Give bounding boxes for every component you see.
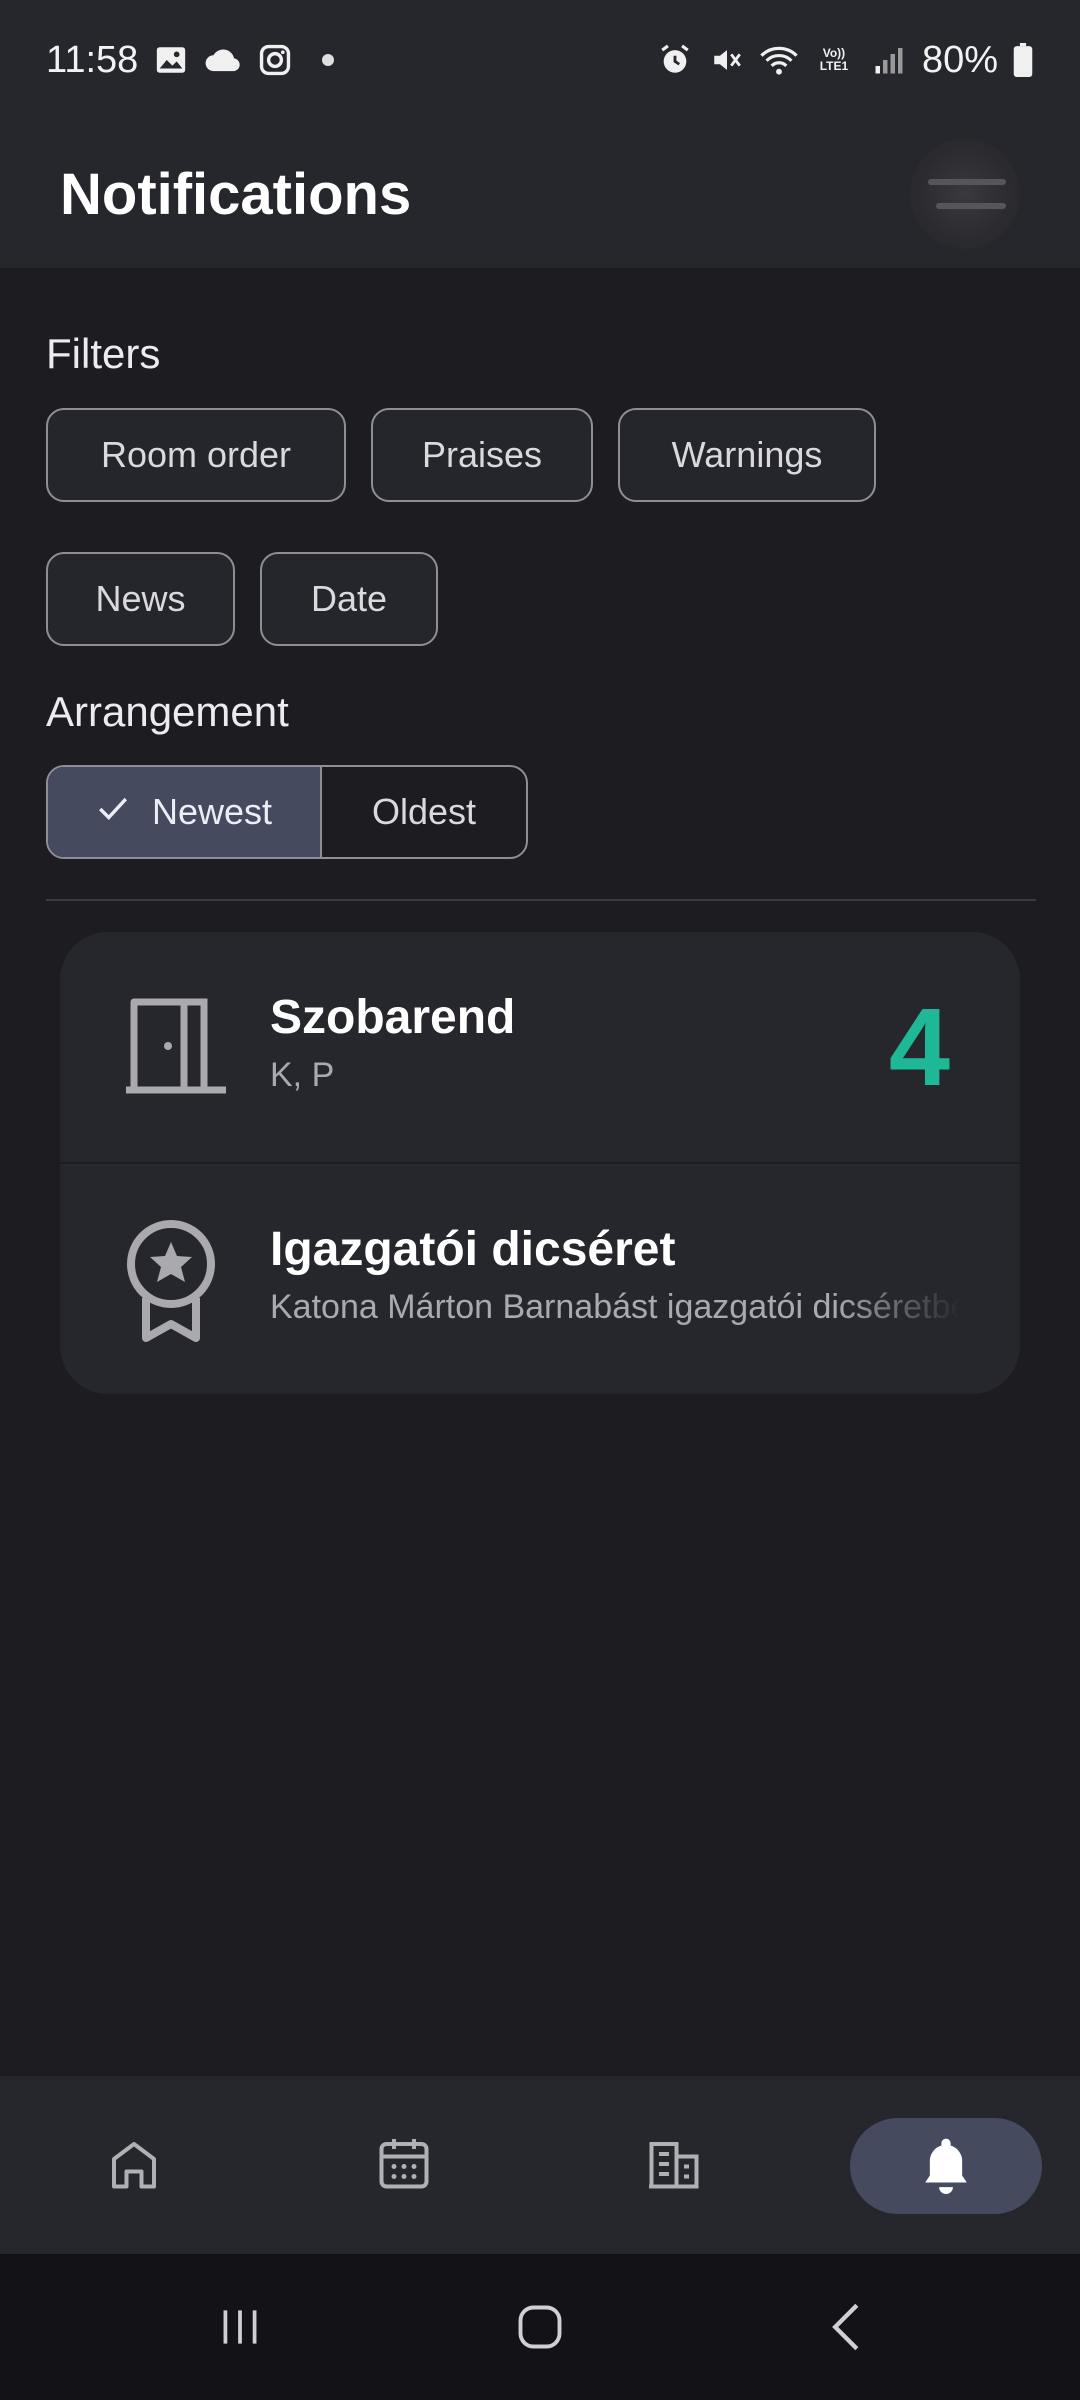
divider — [46, 899, 1036, 901]
bottom-nav — [0, 2076, 1080, 2254]
status-bar: 11:58 Vo)) LTE1 80% — [0, 0, 1080, 120]
back-button[interactable] — [806, 2294, 886, 2364]
nav-home[interactable] — [86, 2118, 182, 2214]
notification-subtitle: K, P — [270, 1056, 335, 1094]
nav-notifications[interactable] — [850, 2118, 1042, 2214]
dot-icon — [322, 54, 335, 66]
arrangement-newest-button[interactable]: Newest — [48, 767, 322, 857]
battery-percent: 80% — [921, 38, 998, 81]
door-icon — [116, 990, 226, 1120]
arrangement-oldest-label: Oldest — [371, 791, 477, 832]
notification-subtitle: Katona Márton Barnabást igazgatói dicsér… — [270, 1288, 960, 1326]
notification-count: 4 — [888, 986, 950, 1109]
gallery-icon — [152, 41, 190, 79]
home-icon — [104, 2134, 164, 2199]
check-icon — [96, 791, 130, 833]
page-title: Notifications — [60, 161, 412, 227]
volte-icon: Vo)) LTE1 — [812, 41, 856, 79]
signal-icon — [870, 41, 908, 79]
filter-chip-room-order[interactable]: Room order — [46, 408, 346, 502]
system-nav-bar — [0, 2254, 1080, 2400]
arrangement-toggle: Newest Oldest — [46, 765, 528, 859]
calendar-icon — [374, 2134, 434, 2199]
notification-item[interactable]: Szobarend K, P 4 — [60, 932, 1020, 1162]
avatar[interactable] — [910, 139, 1020, 249]
building-icon — [644, 2134, 704, 2199]
notifications-card: Szobarend K, P 4 Igazgatói dicséret Kato… — [60, 932, 1020, 1394]
filter-chip-warnings[interactable]: Warnings — [618, 408, 876, 502]
arrangement-newest-label: Newest — [151, 791, 273, 832]
arrangement-oldest-button[interactable]: Oldest — [322, 767, 526, 857]
recents-icon — [215, 2302, 265, 2357]
filters-label: Filters — [46, 330, 161, 377]
bell-icon — [918, 2134, 974, 2199]
home-system-button[interactable] — [500, 2294, 580, 2364]
filter-chip-date[interactable]: Date — [260, 552, 438, 646]
arrangement-label: Arrangement — [46, 688, 289, 735]
nav-calendar[interactable] — [356, 2118, 452, 2214]
app-bar: Notifications — [0, 120, 1080, 268]
alarm-icon — [656, 41, 694, 79]
cloud-icon — [204, 41, 242, 79]
mute-icon — [708, 41, 746, 79]
notification-title: Igazgatói dicséret — [270, 1223, 676, 1276]
back-icon — [824, 2301, 868, 2358]
instagram-icon — [256, 41, 294, 79]
notification-item[interactable]: Igazgatói dicséret Katona Márton Barnabá… — [60, 1164, 1020, 1394]
filter-chip-praises[interactable]: Praises — [371, 408, 593, 502]
status-time: 11:58 — [46, 38, 139, 81]
award-ribbon-icon — [116, 1214, 226, 1344]
battery-icon — [1012, 41, 1034, 79]
wifi-icon — [760, 41, 798, 79]
filter-chip-news[interactable]: News — [46, 552, 235, 646]
status-bar-left: 11:58 — [46, 38, 335, 82]
volte-label: Vo)) LTE1 — [819, 46, 849, 73]
nav-building[interactable] — [626, 2118, 722, 2214]
notification-title: Szobarend — [270, 991, 516, 1044]
status-bar-right: Vo)) LTE1 80% — [656, 39, 1034, 82]
recents-button[interactable] — [200, 2294, 280, 2364]
home-circle-icon — [514, 2301, 566, 2358]
